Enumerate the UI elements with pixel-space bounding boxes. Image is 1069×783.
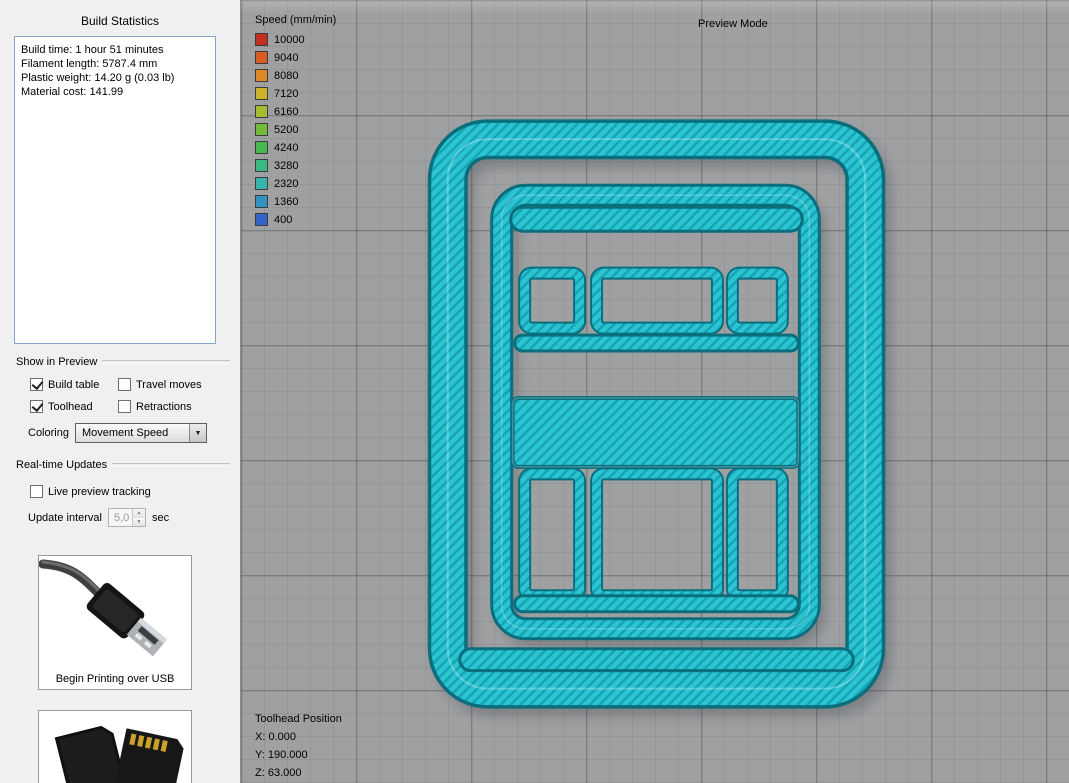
live-preview-checkbox[interactable] [30,485,43,498]
solid-band [510,395,801,469]
preview-checkbox-grid: Build table Travel moves Toolhead Retrac… [30,378,240,413]
legend-swatch [255,177,268,190]
legend-entry: 3280 [255,159,336,172]
lower-cells [518,467,789,603]
checkbox-row-retractions[interactable]: Retractions [118,400,240,413]
live-preview-label: Live preview tracking [48,485,151,498]
travel-moves-label: Travel moves [136,378,202,391]
sd-cards-image [39,711,191,783]
update-interval-unit: sec [152,511,170,524]
toolhead-y: Y: 190.000 [255,749,308,761]
speed-legend: Speed (mm/min) 10000 9040 8080 7120 6160 [255,14,336,231]
toolhead-position: Toolhead Position X: 0.000 Y: 190.000 Z:… [255,710,342,782]
model-3d-render [427,119,892,717]
begin-printing-usb-button[interactable]: Begin Printing over USB [38,555,192,690]
legend-swatch [255,213,268,226]
legend-swatch [255,141,268,154]
legend-value: 5200 [274,123,299,136]
travel-moves-checkbox[interactable] [118,378,131,391]
toolhead-x: X: 0.000 [255,731,296,743]
checkbox-row-toolhead[interactable]: Toolhead [30,400,118,413]
spinner-buttons: ▲ ▼ [132,509,145,526]
legend-value: 2320 [274,177,299,190]
spinner-up-icon[interactable]: ▲ [133,509,145,518]
build-table-label: Build table [48,378,100,391]
checkbox-row-build-table[interactable]: Build table [30,378,118,391]
legend-swatch [255,87,268,100]
retractions-label: Retractions [136,400,192,413]
toolhead-label: Toolhead [48,400,93,413]
legend-value: 7120 [274,87,299,100]
stat-plastic-weight: Plastic weight: 14.20 g (0.03 lb) [21,72,175,84]
toolhead-z: Z: 63.000 [255,767,302,779]
print-from-sd-card-button[interactable] [38,710,192,783]
legend-entry: 400 [255,213,336,226]
update-interval-row: Update interval 5,0 ▲ ▼ sec [28,508,240,527]
stat-build-time: Build time: 1 hour 51 minutes [21,44,164,56]
sidebar-panel: Build Statistics Build time: 1 hour 51 m… [0,0,240,783]
update-interval-spinner[interactable]: 5,0 ▲ ▼ [108,508,146,527]
speed-legend-title: Speed (mm/min) [255,14,337,26]
legend-swatch [255,33,268,46]
legend-value: 1360 [274,195,299,208]
build-statistics-box: Build time: 1 hour 51 minutes Filament l… [14,36,216,344]
legend-entry: 1360 [255,195,336,208]
legend-entry: 10000 [255,33,336,46]
legend-swatch [255,123,268,136]
upper-cells [518,266,789,335]
legend-swatch [255,195,268,208]
legend-entry: 9040 [255,51,336,64]
legend-value: 9040 [274,51,299,64]
chevron-down-icon[interactable]: ▼ [188,424,206,442]
legend-value: 4240 [274,141,299,154]
legend-entry: 4240 [255,141,336,154]
build-statistics-title: Build Statistics [80,14,160,28]
legend-entry: 6160 [255,105,336,118]
stat-filament-length: Filament length: 5787.4 mm [21,58,158,70]
legend-value: 3280 [274,159,299,172]
legend-swatch [255,69,268,82]
coloring-row: Coloring Movement Speed ▼ [28,423,240,443]
stat-material-cost: Material cost: 141.99 [21,86,124,98]
usb-cable-image [38,556,191,668]
retractions-checkbox[interactable] [118,400,131,413]
update-interval-value: 5,0 [114,511,130,524]
legend-swatch [255,51,268,64]
show-in-preview-label: Show in Preview [16,356,98,368]
coloring-dropdown-value: Movement Speed [81,427,169,439]
toolhead-position-title: Toolhead Position [255,713,342,725]
legend-entry: 2320 [255,177,336,190]
app-window: Build Statistics Build time: 1 hour 51 m… [0,0,1069,783]
update-interval-label: Update interval [28,511,102,524]
coloring-label: Coloring [28,427,69,439]
show-in-preview-header: Show in Preview [16,356,230,368]
preview-3d-viewport[interactable]: Speed (mm/min) 10000 9040 8080 7120 6160 [240,0,1069,783]
checkbox-row-live-preview[interactable]: Live preview tracking [30,485,240,498]
preview-mode-label: Preview Mode [698,18,768,30]
legend-entry: 5200 [255,123,336,136]
legend-value: 6160 [274,105,299,118]
toolhead-checkbox[interactable] [30,400,43,413]
spinner-down-icon[interactable]: ▼ [133,517,145,526]
checkbox-row-travel-moves[interactable]: Travel moves [118,378,240,391]
legend-value: 10000 [274,33,305,46]
usb-button-label: Begin Printing over USB [55,673,175,685]
legend-value: 400 [274,213,293,226]
legend-swatch [255,105,268,118]
legend-value: 8080 [274,69,299,82]
build-table-checkbox[interactable] [30,378,43,391]
legend-swatch [255,159,268,172]
legend-entry: 8080 [255,69,336,82]
legend-entry: 7120 [255,87,336,100]
realtime-updates-label: Real-time Updates [16,459,108,471]
coloring-dropdown[interactable]: Movement Speed ▼ [74,423,207,443]
realtime-updates-header: Real-time Updates [16,459,230,471]
